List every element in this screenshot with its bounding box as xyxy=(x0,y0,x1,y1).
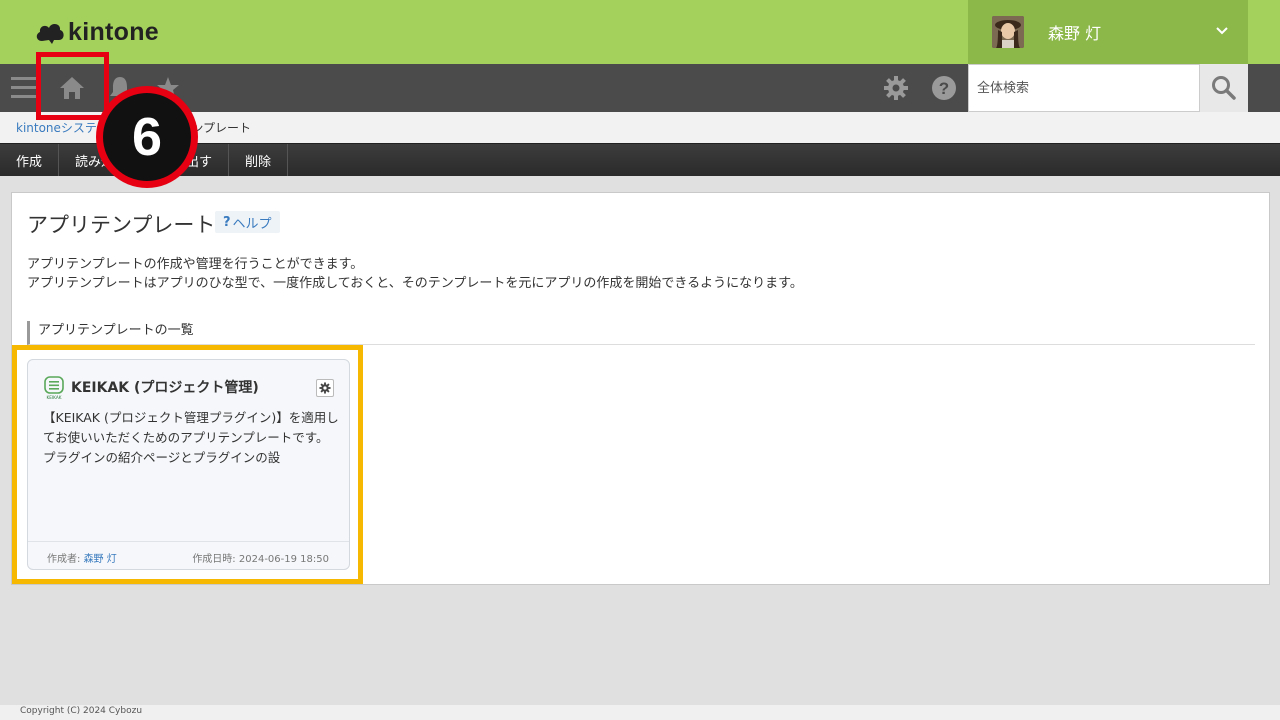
user-menu[interactable]: 森野 灯 xyxy=(968,0,1248,64)
create-button[interactable]: 作成 xyxy=(0,144,60,176)
user-name: 森野 灯 xyxy=(1048,24,1102,43)
logo-text: kintone xyxy=(68,17,159,46)
chevron-down-icon[interactable] xyxy=(1215,24,1229,38)
svg-text:?: ? xyxy=(939,79,949,98)
search-button[interactable] xyxy=(1200,64,1248,112)
help-link[interactable]: ? ヘルプ xyxy=(215,211,280,233)
delete-button[interactable]: 削除 xyxy=(229,144,289,176)
home-highlight-box xyxy=(36,52,109,120)
help-label: ヘルプ xyxy=(232,216,272,232)
page-title: アプリテンプレート xyxy=(27,213,216,237)
section-title: アプリテンプレートの一覧 xyxy=(27,321,1255,345)
global-search xyxy=(968,64,1200,112)
step-number-badge: 6 xyxy=(96,86,198,188)
footer: Copyright (C) 2024 Cybozu xyxy=(0,705,1280,720)
user-avatar xyxy=(992,16,1024,48)
description-line-2: アプリテンプレートはアプリのひな型で、一度作成しておくと、そのテンプレートを元に… xyxy=(27,276,803,291)
kintone-logo[interactable]: kintone xyxy=(34,18,159,46)
search-icon xyxy=(1212,76,1236,100)
card-highlight-box xyxy=(12,345,363,584)
copyright-text: Copyright (C) 2024 Cybozu xyxy=(20,706,143,716)
help-icon[interactable]: ? xyxy=(928,72,960,104)
step-number: 6 xyxy=(103,93,191,181)
page-description: アプリテンプレートの作成や管理を行うことができます。 アプリテンプレートはアプリ… xyxy=(27,255,803,293)
description-line-1: アプリテンプレートの作成や管理を行うことができます。 xyxy=(27,257,364,272)
help-question-icon: ? xyxy=(223,214,231,230)
gear-icon[interactable] xyxy=(880,72,912,104)
search-input[interactable] xyxy=(969,65,1199,111)
header-bar: kintone 森野 灯 xyxy=(0,0,1280,64)
cloud-logo-icon xyxy=(36,24,64,44)
